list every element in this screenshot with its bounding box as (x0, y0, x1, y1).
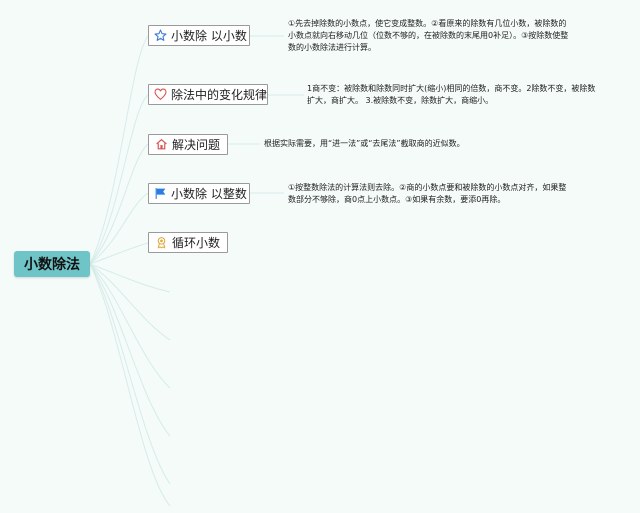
note-line: 小数点就向右移动几位（位数不够的，在被除数的末尾用0补足）。③按除数使整 (288, 31, 569, 40)
note-division-patterns: 1商不变：被除数和除数同时扩大(缩小)相同的倍数，商不变。2除数不变，被除数 扩… (307, 83, 637, 107)
topic-label: 循环小数 (172, 236, 221, 250)
star-icon (154, 29, 167, 43)
heart-icon (154, 88, 167, 102)
flag-icon (154, 187, 167, 201)
note-problem-solving: 根据实际需要，用“进一法”或“去尾法”截取商的近似数。 (264, 138, 594, 150)
note-line: 数部分不够除，商0点上小数点。③如果有余数，要添0再除。 (288, 195, 506, 204)
topic-problem-solving[interactable]: 解决问题 (148, 134, 228, 155)
note-line: ①先去掉除数的小数点，使它变成整数。②看原来的除数有几位小数，被除数的 (288, 19, 567, 28)
topic-label: 除法中的变化规律 (171, 88, 268, 102)
topic-repeating-decimals[interactable]: 循环小数 (148, 232, 228, 253)
root-topic[interactable]: 小数除法 (14, 251, 90, 277)
house-icon (154, 138, 168, 152)
note-line: 数的小数除法进行计算。 (288, 43, 376, 52)
award-icon (154, 236, 168, 250)
topic-label: 小数除 以小数 (171, 29, 247, 43)
note-line: ①按整数除法的计算法则去除。②商的小数点要和被除数的小数点对齐，如果整 (288, 183, 567, 192)
note-line: 1商不变：被除数和除数同时扩大(缩小)相同的倍数，商不变。2除数不变，被除数 (307, 84, 596, 93)
note-line: 扩大，商扩大。 3.被除数不变，除数扩大，商缩小。 (307, 96, 494, 105)
topic-label: 解决问题 (172, 138, 221, 152)
note-decimal-divide-integer: ①按整数除法的计算法则去除。②商的小数点要和被除数的小数点对齐，如果整 数部分不… (288, 182, 613, 206)
topic-division-patterns[interactable]: 除法中的变化规律 (148, 84, 268, 105)
topic-decimal-divide-integer[interactable]: 小数除 以整数 (148, 183, 250, 204)
topic-decimal-divide-decimal[interactable]: 小数除 以小数 (148, 25, 250, 46)
topic-label: 小数除 以整数 (171, 187, 247, 201)
note-decimal-divide-decimal: ①先去掉除数的小数点，使它变成整数。②看原来的除数有几位小数，被除数的 小数点就… (288, 18, 613, 54)
note-line: 根据实际需要，用“进一法”或“去尾法”截取商的近似数。 (264, 139, 465, 148)
connector-lines (89, 35, 304, 507)
